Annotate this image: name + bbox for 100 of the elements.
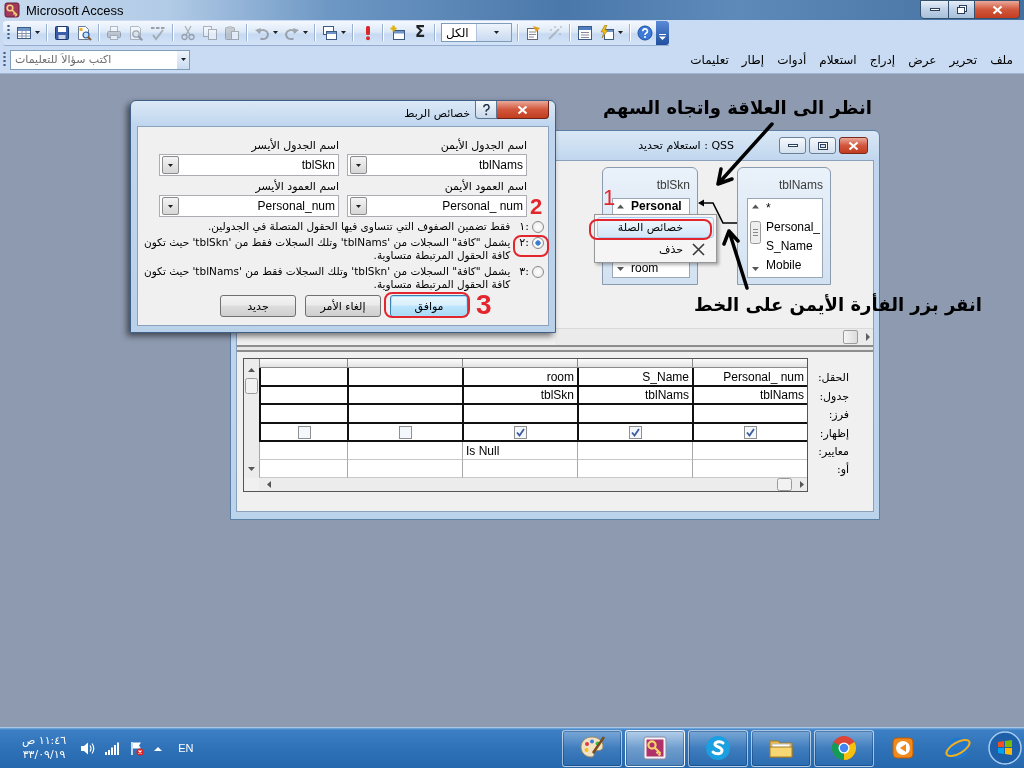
field-label: اسم الجدول الأيسر [250,139,339,152]
grid-cell[interactable] [347,405,462,424]
table-title: tblNams [778,177,823,194]
caret-icon [168,204,173,208]
grid-cell[interactable]: tblNams [692,387,807,405]
pane-splitter[interactable] [237,345,873,352]
dropdown-button[interactable] [162,156,179,174]
close-button[interactable] [839,137,868,154]
join-line [698,198,737,226]
field-item[interactable]: room [631,261,689,277]
grid-cell[interactable]: Is Null [462,442,577,460]
minimize-button[interactable] [920,0,949,19]
flag-icon [129,740,145,756]
menu-item[interactable]: إدراج [869,52,896,67]
toolbar-options-button[interactable] [656,20,669,45]
grid-cell[interactable]: S_Name [577,368,692,387]
grid-cell[interactable]: room [462,368,577,387]
dropdown-button[interactable] [162,197,179,215]
taskbar-button[interactable] [625,729,685,767]
x-mark-icon [691,243,705,256]
caret-icon [180,58,186,61]
clock[interactable]: ١١:٤٦ ص ٣٣/٠٩/١٩ [22,734,67,762]
grid-cell[interactable]: tblSkn [462,387,577,405]
menu-item[interactable]: استعلام [819,52,857,67]
totals-button[interactable]: Σ [409,21,431,44]
object-combo-box[interactable]: الكل [441,23,512,42]
column-selector[interactable] [577,359,692,368]
annotation-text: انقر بزر الفأرة الأيمن على الخط [694,293,982,316]
checkbox[interactable] [744,425,757,439]
column-selector[interactable] [692,359,807,368]
maximize-button[interactable] [809,137,836,154]
dropdown-button[interactable] [350,197,367,215]
caret-icon [35,31,40,34]
radio-button[interactable] [532,265,544,278]
show-hidden-icons-button[interactable] [154,745,163,751]
scrollbar[interactable] [555,328,873,345]
dropdown-button[interactable] [350,156,367,174]
volume-button[interactable] [80,740,96,756]
toolbar-grip[interactable] [7,24,10,41]
help-button[interactable] [475,101,497,119]
taskbar-button[interactable] [751,729,811,767]
help-question-field[interactable]: اكتب سؤالاً للتعليمات [10,49,190,70]
field-item[interactable]: S_Name [766,237,822,256]
dialog-button[interactable]: جديد [220,295,296,317]
dialog-button[interactable]: إلغاء الأمر [305,295,381,317]
dialog-title: خصائص الربط [404,107,470,120]
taskbar-button[interactable] [562,729,622,767]
row-label: فرز: [827,407,849,423]
check-mark-icon [150,24,166,41]
close-button[interactable] [497,101,549,119]
menu-item[interactable]: أدوات [777,52,807,67]
key-icon [641,734,669,762]
action-center-button[interactable] [129,740,145,756]
grid-cell[interactable] [577,405,692,424]
grid-cell[interactable] [347,368,462,387]
lightning-form-icon [599,24,615,41]
menu-item[interactable]: تحرير [949,52,978,67]
checkbox[interactable] [629,425,642,439]
grid-cell[interactable] [462,405,577,424]
combo-box[interactable]: tblNams [347,154,527,176]
toolbar-grip[interactable] [3,51,6,68]
taskbar-button[interactable] [688,729,748,767]
option-label: يشمل "كافة" السجلات من 'tblSkn' وتلك السجلات فقط من 'tblNams' حيث تكون كافة الحقول المرتبطة متساوية. [142,265,511,291]
checkbox[interactable] [297,425,311,439]
combo-box[interactable]: tblSkn [159,154,339,176]
close-button[interactable] [975,0,1020,19]
field-item[interactable]: Personal [631,199,689,215]
menu-item[interactable]: تعليمات [690,52,729,67]
start-button[interactable] [986,728,1024,768]
taskbar-button[interactable] [814,729,874,767]
combo-box[interactable]: Personal_ num [347,195,527,217]
menu-item[interactable]: إطار [741,52,765,67]
field-item[interactable]: Mobile [766,256,822,275]
field-item[interactable]: * [766,199,822,218]
combo-box[interactable]: Personal_num [159,195,339,217]
menu-item[interactable]: ملف [990,52,1013,67]
grid-cell[interactable] [347,387,462,405]
checkbox[interactable] [399,425,412,439]
caret-icon [356,163,361,167]
minimize-button[interactable] [779,137,806,154]
dropdown-button[interactable] [177,50,189,69]
language-indicator[interactable]: EN [178,742,194,754]
menu-item[interactable]: حذف [597,239,714,260]
grid-cell[interactable]: Personal_ num [692,368,807,387]
option-number: ١: [519,220,529,233]
network-button[interactable] [105,741,120,755]
row-label: الحقل: [816,370,849,386]
wand-icon [547,24,563,41]
row-label: أو: [835,461,849,478]
checkbox[interactable] [514,425,527,439]
row-label: جدول: [818,388,849,405]
callout-number: 2 [530,196,543,218]
field-item[interactable]: Personal_ [766,218,822,237]
radio-button[interactable] [532,220,544,233]
grid-cell[interactable] [692,405,807,424]
grid-cell[interactable]: tblNams [577,387,692,405]
key-icon [4,2,20,18]
scroll-thumb[interactable] [843,330,858,344]
restore-button[interactable] [949,0,975,19]
menu-item[interactable]: عرض [908,52,937,67]
